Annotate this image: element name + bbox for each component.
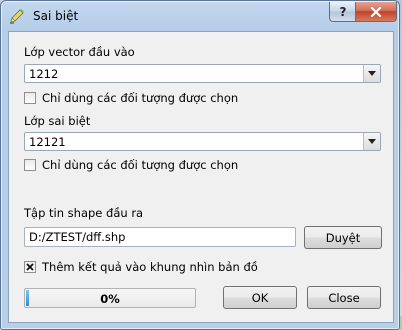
chevron-down-icon[interactable]	[363, 133, 380, 150]
difference-layer-combo[interactable]: 12121	[24, 132, 381, 151]
ok-button[interactable]: OK	[223, 286, 297, 309]
output-file-label: Tập tin shape đầu ra	[24, 206, 144, 220]
input-selected-only-row[interactable]: Chỉ dùng các đối tượng được chọn	[24, 91, 238, 105]
add-result-row[interactable]: Thêm kết quả vào khung nhìn bản đồ	[24, 260, 258, 274]
output-path-input[interactable]	[25, 229, 289, 245]
progress-text: 0%	[100, 292, 120, 306]
title-bar[interactable]: Sai biệt ?	[1, 1, 399, 31]
help-icon: ?	[339, 4, 347, 19]
close-window-button[interactable]	[355, 2, 397, 22]
dialog-window: Sai biệt ? Lớp vector đầu vào 1212 Chỉ d…	[0, 0, 400, 330]
progress-bar: 0%	[24, 288, 196, 308]
help-button[interactable]: ?	[329, 2, 357, 22]
input-layer-label: Lớp vector đầu vào	[24, 45, 135, 59]
chevron-down-icon[interactable]	[363, 65, 380, 82]
input-layer-combo[interactable]: 1212	[24, 64, 381, 83]
close-icon	[370, 6, 382, 17]
difference-layer-label: Lớp sai biệt	[24, 114, 91, 128]
window-title: Sai biệt	[33, 9, 79, 23]
add-result-checkbox[interactable]	[24, 261, 36, 273]
difference-selected-only-row[interactable]: Chỉ dùng các đối tượng được chọn	[24, 158, 238, 172]
difference-layer-value: 12121	[29, 135, 66, 149]
input-selected-only-label: Chỉ dùng các đối tượng được chọn	[42, 91, 239, 105]
add-result-label: Thêm kết quả vào khung nhìn bản đồ	[42, 260, 258, 274]
difference-selected-only-checkbox[interactable]	[24, 159, 36, 171]
output-path-field[interactable]	[24, 227, 296, 247]
close-button[interactable]: Close	[307, 286, 381, 309]
difference-selected-only-label: Chỉ dùng các đối tượng được chọn	[42, 158, 239, 172]
input-selected-only-checkbox[interactable]	[24, 92, 36, 104]
browse-button[interactable]: Duyệt	[304, 226, 382, 249]
checkmark-x-icon	[26, 263, 34, 271]
input-layer-value: 1212	[29, 67, 59, 81]
dialog-body: Lớp vector đầu vào 1212 Chỉ dùng các đối…	[8, 31, 394, 323]
qgis-pencil-icon	[9, 8, 25, 24]
